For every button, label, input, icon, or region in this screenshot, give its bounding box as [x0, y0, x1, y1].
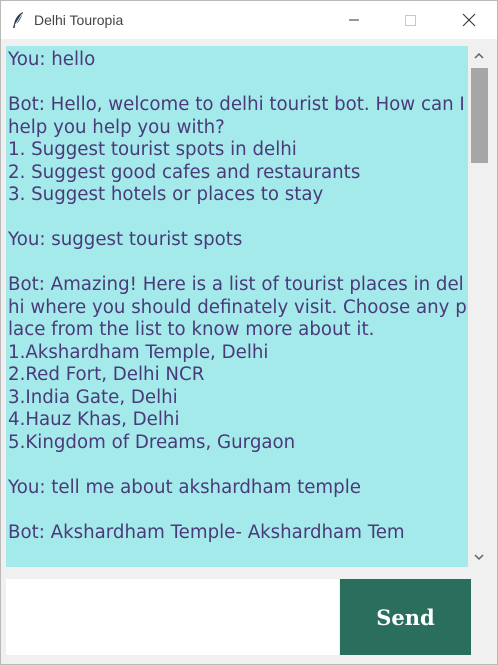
close-button[interactable]: [446, 1, 492, 39]
chevron-down-icon: [474, 554, 484, 561]
minimize-button[interactable]: [331, 1, 377, 39]
message-input[interactable]: [6, 579, 339, 655]
chat-log[interactable]: You: hello Bot: Hello, welcome to delhi …: [6, 46, 468, 567]
close-icon: [462, 13, 476, 27]
scroll-up-button[interactable]: [468, 46, 490, 66]
window-title: Delhi Touropia: [34, 12, 124, 28]
scroll-thumb[interactable]: [471, 68, 488, 163]
minimize-icon: [349, 19, 359, 21]
maximize-icon: [405, 15, 416, 26]
app-window: Delhi Touropia You: hello Bot: Hello, we…: [0, 0, 498, 665]
chevron-up-icon: [474, 52, 484, 59]
chat-transcript: You: hello Bot: Hello, welcome to delhi …: [8, 49, 467, 543]
feather-icon: [13, 12, 23, 28]
scroll-down-button[interactable]: [468, 547, 490, 567]
title-bar[interactable]: Delhi Touropia: [1, 1, 497, 39]
chat-scrollbar[interactable]: [468, 46, 490, 567]
maximize-button[interactable]: [387, 1, 433, 39]
send-button[interactable]: Send: [340, 579, 471, 655]
